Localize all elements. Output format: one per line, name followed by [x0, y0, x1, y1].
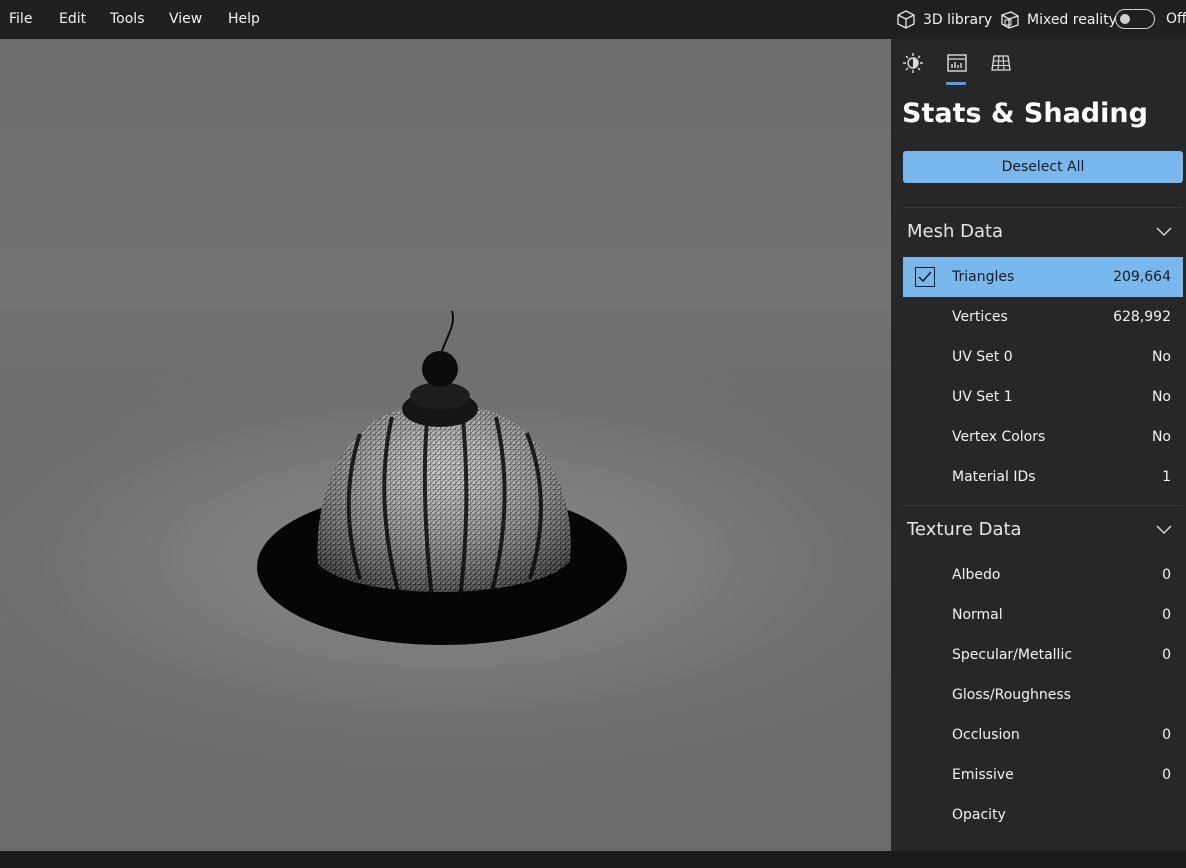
cube-icon: [897, 9, 915, 29]
menu-bar: File Edit Tools View Help 3D library Mix…: [0, 0, 1186, 39]
mixed-reality-label: Mixed reality: [1027, 11, 1117, 28]
row-label: UV Set 1: [952, 389, 1013, 405]
row-value: No: [1151, 429, 1171, 445]
texture-row-occlusion[interactable]: Occlusion 0: [903, 715, 1183, 755]
row-label: Opacity: [952, 807, 1006, 823]
row-value: 209,664: [1113, 269, 1171, 285]
mesh-row-uv-set-1[interactable]: UV Set 1 No: [903, 377, 1183, 417]
mesh-row-triangles[interactable]: Triangles 209,664: [903, 257, 1183, 297]
stats-icon[interactable]: [945, 51, 969, 75]
row-label: Specular/Metallic: [952, 647, 1073, 663]
toggle-knob: [1120, 14, 1130, 24]
mesh-data-header[interactable]: Mesh Data: [907, 221, 1003, 242]
row-value: No: [1151, 349, 1171, 365]
active-tab-indicator: [946, 82, 966, 85]
lighting-icon[interactable]: [901, 51, 925, 75]
row-label: UV Set 0: [952, 349, 1013, 365]
texture-row-opacity[interactable]: Opacity: [903, 795, 1183, 835]
mixed-reality-toggle[interactable]: [1115, 9, 1155, 29]
row-value: 0: [1162, 647, 1171, 663]
3d-library-button[interactable]: 3D library: [895, 0, 992, 39]
texture-row-specular-metallic[interactable]: Specular/Metallic 0: [903, 635, 1183, 675]
row-label: Triangles: [952, 269, 1015, 285]
row-value: 1: [1162, 469, 1171, 485]
menu-help[interactable]: Help: [228, 0, 260, 39]
chevron-down-icon[interactable]: [1156, 525, 1172, 535]
menu-file[interactable]: File: [9, 0, 32, 39]
mixed-reality-icon: [1001, 10, 1019, 29]
mesh-row-uv-set-0[interactable]: UV Set 0 No: [903, 337, 1183, 377]
row-label: Occlusion: [952, 727, 1020, 743]
texture-row-albedo[interactable]: Albedo 0: [903, 555, 1183, 595]
row-value: 0: [1162, 727, 1171, 743]
texture-row-gloss-roughness[interactable]: Gloss/Roughness: [903, 675, 1183, 715]
texture-row-emissive[interactable]: Emissive 0: [903, 755, 1183, 795]
divider: [903, 505, 1183, 506]
row-label: Gloss/Roughness: [952, 687, 1071, 703]
menu-tools[interactable]: Tools: [110, 0, 145, 39]
mixed-reality-state: Off: [1166, 11, 1186, 27]
menu-edit[interactable]: Edit: [59, 0, 86, 39]
row-label: Albedo: [952, 567, 1001, 583]
row-label: Vertices: [952, 309, 1008, 325]
status-bar: [0, 851, 1186, 868]
grid-icon[interactable]: [989, 51, 1013, 75]
mesh-row-vertices[interactable]: Vertices 628,992: [903, 297, 1183, 337]
row-value: No: [1151, 389, 1171, 405]
row-label: Normal: [952, 607, 1003, 623]
row-value: 0: [1162, 567, 1171, 583]
divider: [903, 207, 1183, 208]
row-label: Emissive: [952, 767, 1014, 783]
row-value: 0: [1162, 767, 1171, 783]
texture-data-header[interactable]: Texture Data: [907, 519, 1022, 540]
panel-title: Stats & Shading: [902, 98, 1148, 129]
wireframe-model: [257, 310, 627, 645]
chevron-down-icon[interactable]: [1156, 227, 1172, 237]
row-value: 628,992: [1113, 309, 1171, 325]
mixed-reality-button[interactable]: Mixed reality: [999, 0, 1117, 39]
row-label: Vertex Colors: [952, 429, 1046, 445]
mesh-row-material-ids[interactable]: Material IDs 1: [903, 457, 1183, 497]
deselect-all-button[interactable]: Deselect All: [903, 151, 1183, 183]
menu-view[interactable]: View: [169, 0, 202, 39]
row-label: Material IDs: [952, 469, 1036, 485]
row-value: 0: [1162, 607, 1171, 623]
checkmark-icon: [918, 271, 932, 283]
texture-row-normal[interactable]: Normal 0: [903, 595, 1183, 635]
3d-viewport[interactable]: [0, 39, 891, 851]
3d-library-label: 3D library: [923, 11, 993, 28]
mesh-row-vertex-colors[interactable]: Vertex Colors No: [903, 417, 1183, 457]
checkbox[interactable]: [915, 267, 935, 287]
